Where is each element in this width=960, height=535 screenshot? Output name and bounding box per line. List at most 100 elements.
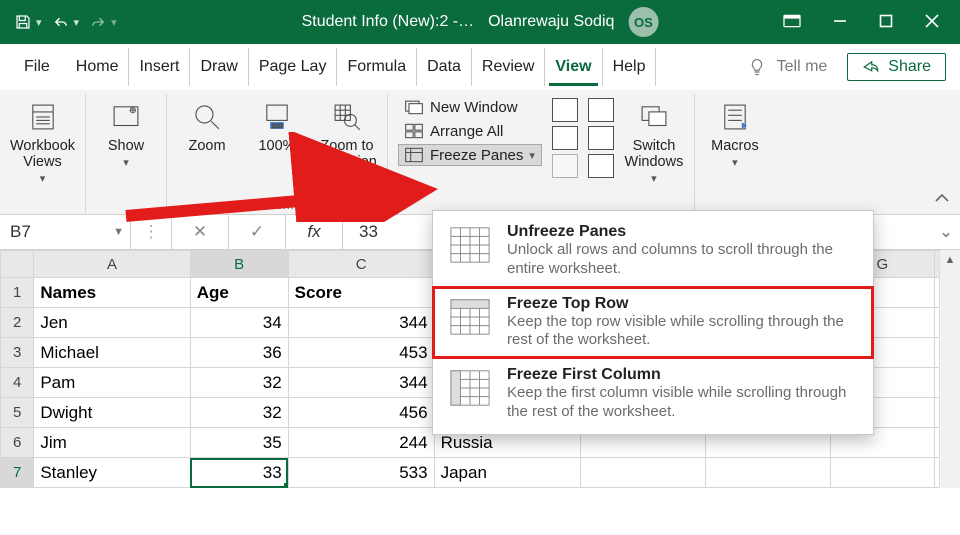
- tab-data[interactable]: Data: [417, 48, 472, 86]
- lightbulb-icon: [747, 57, 767, 77]
- tab-help[interactable]: Help: [603, 48, 657, 86]
- unhide-icon[interactable]: [552, 154, 578, 178]
- collapse-ribbon-icon[interactable]: [934, 192, 950, 208]
- cell[interactable]: 36: [190, 338, 288, 368]
- close-icon[interactable]: [924, 13, 940, 32]
- row-header[interactable]: 2: [1, 308, 34, 338]
- macros-label: Macros: [711, 138, 759, 154]
- col-header-B[interactable]: B: [190, 251, 288, 278]
- tab-draw[interactable]: Draw: [190, 48, 248, 86]
- cell[interactable]: 344: [288, 308, 434, 338]
- cell[interactable]: Pam: [34, 368, 190, 398]
- row-header[interactable]: 4: [1, 368, 34, 398]
- cell[interactable]: Names: [34, 278, 190, 308]
- accept-formula-icon[interactable]: ✓: [229, 215, 286, 249]
- freeze-panes-menu: Unfreeze PanesUnlock all rows and column…: [432, 210, 874, 435]
- menu-desc: Keep the first column visible while scro…: [507, 384, 857, 422]
- tab-formulas[interactable]: Formula: [337, 48, 417, 86]
- cell[interactable]: 453: [288, 338, 434, 368]
- row-header[interactable]: 6: [1, 428, 34, 458]
- sync-scroll-icon[interactable]: [588, 126, 614, 150]
- vertical-scrollbar[interactable]: ▲: [939, 250, 960, 488]
- cancel-formula-icon[interactable]: ✕: [172, 215, 229, 249]
- zoom-selection-button[interactable]: Zoom to Selection: [317, 96, 377, 170]
- zoom-100-icon: 100: [258, 98, 296, 136]
- avatar[interactable]: OS: [628, 7, 658, 37]
- cell[interactable]: Score: [288, 278, 434, 308]
- cell[interactable]: Dwight: [34, 398, 190, 428]
- cell[interactable]: Stanley: [34, 458, 190, 488]
- cell[interactable]: 344: [288, 368, 434, 398]
- tab-page-layout[interactable]: Page Lay: [249, 48, 338, 86]
- cell[interactable]: 456: [288, 398, 434, 428]
- split-icon[interactable]: [552, 98, 578, 122]
- freeze-first-col-icon: [449, 366, 491, 408]
- fx-label[interactable]: fx: [286, 215, 343, 249]
- show-button[interactable]: Show▾: [96, 96, 156, 169]
- row-header[interactable]: 1: [1, 278, 34, 308]
- active-cell[interactable]: 33: [190, 458, 288, 488]
- share-label: Share: [888, 58, 931, 76]
- row-header[interactable]: 7: [1, 458, 34, 488]
- cell[interactable]: Jen: [34, 308, 190, 338]
- row-header[interactable]: 3: [1, 338, 34, 368]
- macros-button[interactable]: Macros▾: [705, 96, 765, 169]
- minimize-icon[interactable]: [832, 13, 848, 32]
- col-header-A[interactable]: A: [34, 251, 190, 278]
- side-by-side-icon[interactable]: [588, 98, 614, 122]
- cell[interactable]: 533: [288, 458, 434, 488]
- cell[interactable]: [705, 458, 830, 488]
- name-box[interactable]: B7▼: [0, 215, 131, 249]
- window-small-controls-2: [588, 96, 614, 178]
- cell[interactable]: [580, 458, 705, 488]
- cell[interactable]: Michael: [34, 338, 190, 368]
- share-icon: [862, 59, 880, 75]
- cell[interactable]: 32: [190, 398, 288, 428]
- window-small-controls-1: [552, 96, 578, 178]
- cell[interactable]: 32: [190, 368, 288, 398]
- freeze-panes-button[interactable]: Freeze Panes ▾: [398, 144, 542, 166]
- cell[interactable]: 244: [288, 428, 434, 458]
- expand-formula-bar-icon[interactable]: ⌄: [932, 215, 960, 249]
- share-button[interactable]: Share: [847, 53, 946, 81]
- show-icon: [107, 98, 145, 136]
- save-icon[interactable]: ▾: [14, 13, 42, 31]
- switch-windows-button[interactable]: Switch Windows▾: [624, 96, 684, 185]
- cell[interactable]: Jim: [34, 428, 190, 458]
- hide-icon[interactable]: [552, 126, 578, 150]
- workbook-views-button[interactable]: Workbook Views▾: [10, 96, 75, 185]
- menu-freeze-top-row[interactable]: Freeze Top RowKeep the top row visible w…: [433, 287, 873, 359]
- tab-insert[interactable]: Insert: [129, 48, 190, 86]
- menu-unfreeze-panes[interactable]: Unfreeze PanesUnlock all rows and column…: [433, 215, 873, 287]
- tab-review[interactable]: Review: [472, 48, 545, 86]
- cell[interactable]: Age: [190, 278, 288, 308]
- zoom-100-button[interactable]: 100 100%: [247, 96, 307, 154]
- row-header[interactable]: 5: [1, 398, 34, 428]
- cell[interactable]: 34: [190, 308, 288, 338]
- select-all-corner[interactable]: [1, 251, 34, 278]
- switch-windows-label: Switch Windows: [625, 138, 684, 170]
- new-window-button[interactable]: New Window: [398, 96, 542, 118]
- tell-me[interactable]: Tell me: [747, 57, 828, 77]
- tab-home[interactable]: Home: [66, 48, 130, 86]
- col-header-C[interactable]: C: [288, 251, 434, 278]
- maximize-icon[interactable]: [878, 13, 894, 32]
- tab-file[interactable]: File: [14, 48, 66, 86]
- cell[interactable]: Japan: [434, 458, 580, 488]
- cell[interactable]: [830, 458, 934, 488]
- workbook-views-label: Workbook Views: [10, 138, 75, 170]
- menu-freeze-first-column[interactable]: Freeze First ColumnKeep the first column…: [433, 358, 873, 430]
- redo-icon[interactable]: ▾: [89, 13, 117, 31]
- freeze-top-row-icon: [449, 295, 491, 337]
- macros-icon: [716, 98, 754, 136]
- tab-view[interactable]: View: [545, 48, 602, 86]
- undo-icon[interactable]: ▾: [52, 13, 80, 31]
- zoom-selection-label: Zoom to Selection: [317, 138, 377, 170]
- ribbon-display-icon[interactable]: [782, 13, 802, 32]
- arrange-all-button[interactable]: Arrange All: [398, 120, 542, 142]
- svg-text:100: 100: [271, 123, 283, 130]
- zoom-button[interactable]: Zoom: [177, 96, 237, 154]
- cell[interactable]: 35: [190, 428, 288, 458]
- reset-window-icon[interactable]: [588, 154, 614, 178]
- menu-title: Freeze First Column: [507, 366, 857, 384]
